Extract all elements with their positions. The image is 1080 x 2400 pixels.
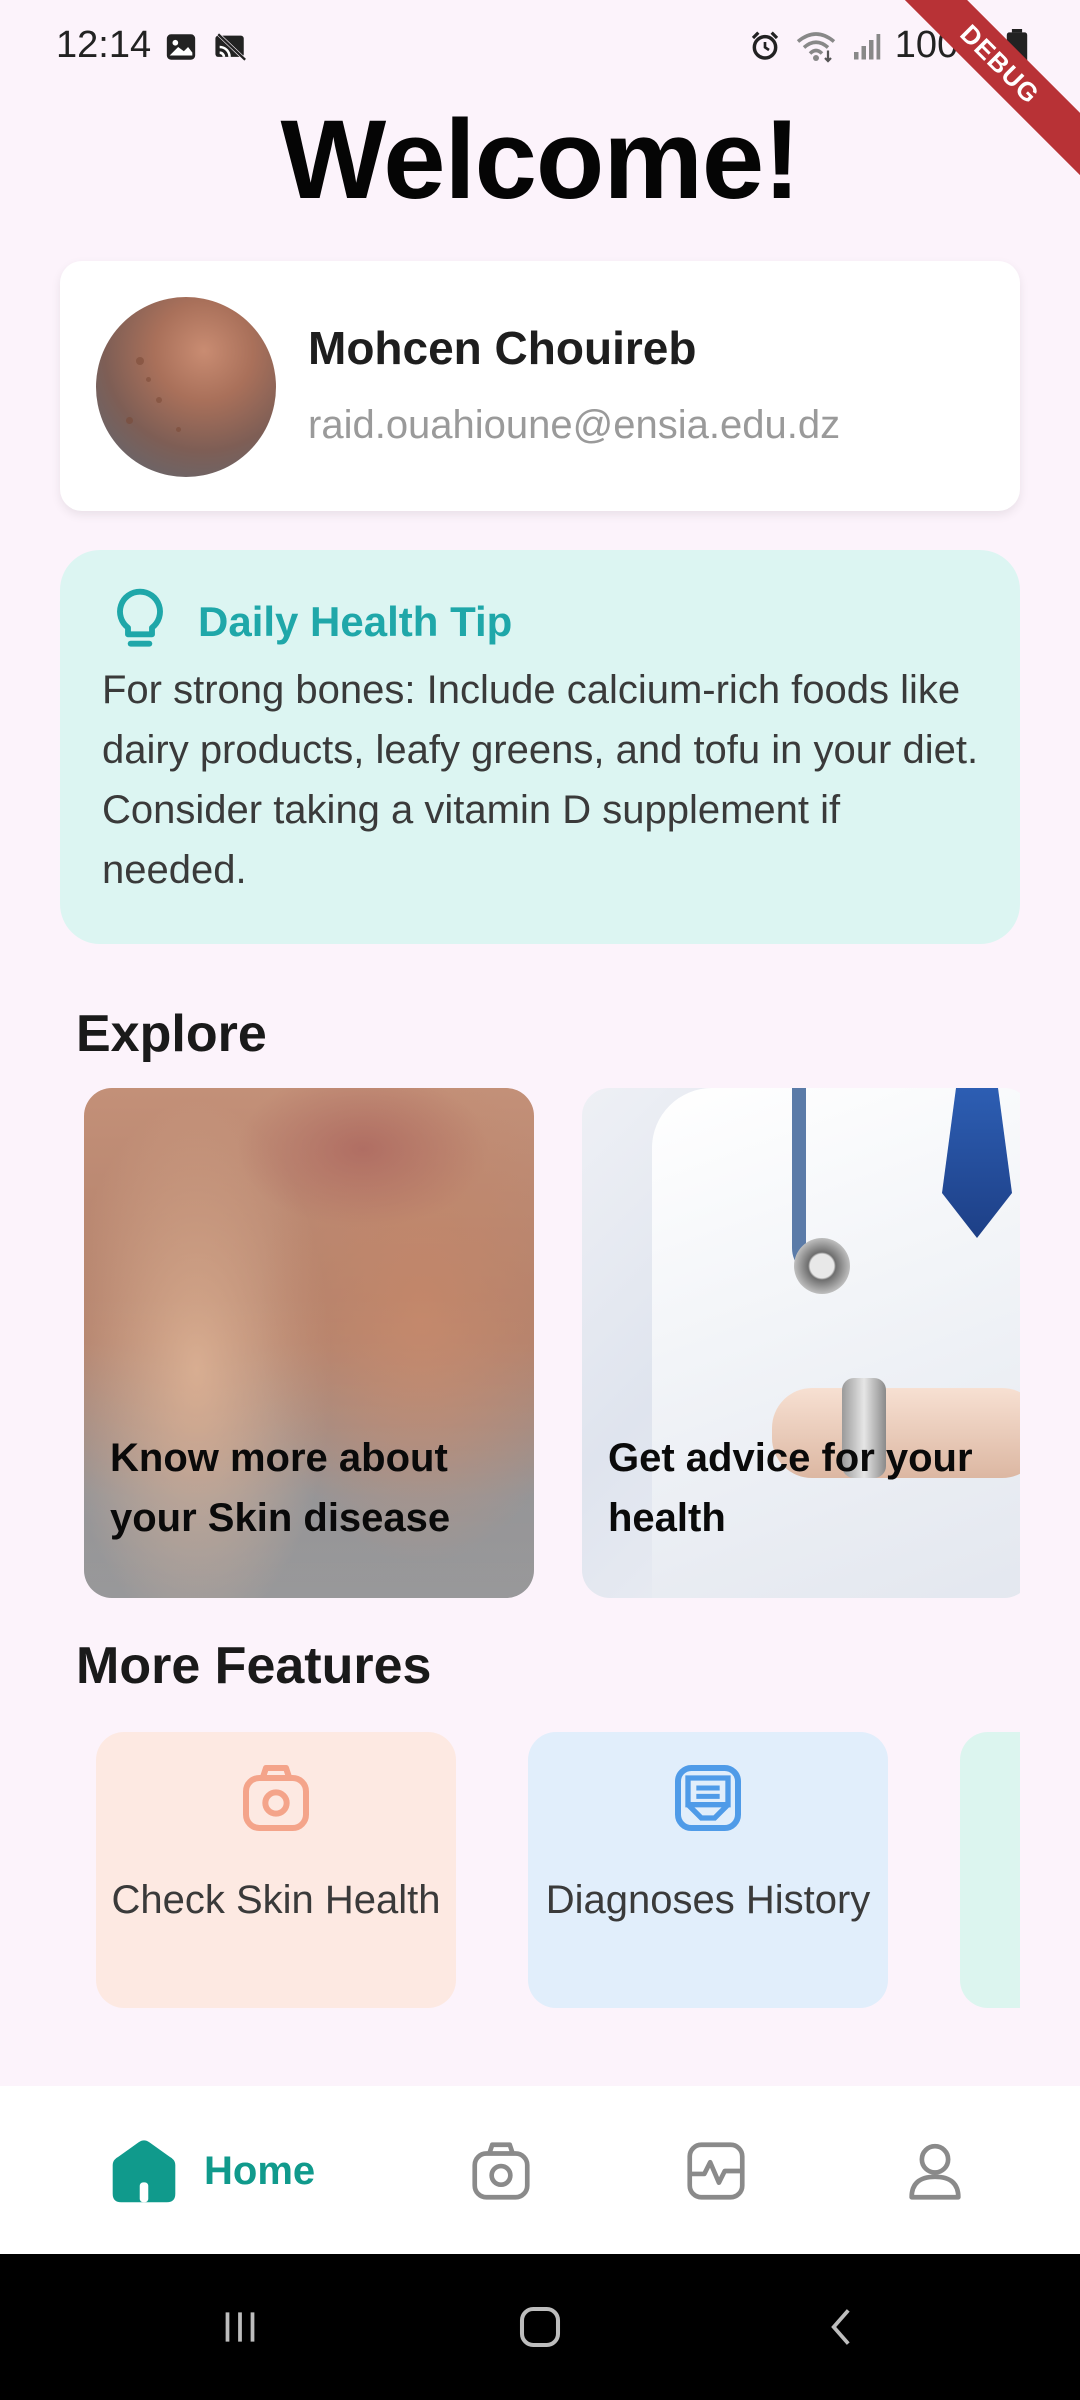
profile-name: Mohcen Chouireb — [308, 322, 697, 374]
tip-title: Daily Health Tip — [198, 598, 513, 645]
recents-button[interactable] — [200, 2254, 280, 2400]
features-carousel[interactable]: Check Skin Health Diagnoses History — [60, 1732, 1020, 2010]
profile-card[interactable]: Mohcen Chouireb raid.ouahioune@ensia.edu… — [60, 261, 1020, 511]
status-time: 12:14 — [56, 24, 152, 66]
nav-home-label: Home — [204, 2148, 316, 2193]
avatar — [96, 297, 276, 477]
recents-icon — [225, 2312, 255, 2342]
home-circle-icon — [519, 2306, 561, 2348]
explore-card-health-advice[interactable]: Get advice for your health — [582, 1088, 1020, 1598]
profile-icon[interactable] — [900, 2136, 970, 2206]
explore-card-skin-disease[interactable]: Know more about your Skin disease — [84, 1088, 534, 1598]
wifi-icon — [796, 31, 835, 63]
feature-label: Diagnoses History — [545, 1878, 871, 1922]
diagnoses-history-button[interactable]: Diagnoses History — [528, 1732, 888, 2008]
signal-icon — [853, 33, 881, 59]
bottom-navigation: Home — [0, 2086, 1080, 2254]
explore-carousel[interactable]: Know more about your Skin disease Get ad… — [60, 1088, 1020, 1600]
back-icon — [831, 2309, 850, 2345]
home-icon — [112, 2140, 176, 2203]
page-title: Welcome! — [280, 97, 801, 222]
tip-body: For strong bones: Include calcium-rich f… — [102, 668, 979, 892]
daily-health-tip-card: Daily Health Tip For strong bones: Inclu… — [60, 550, 1020, 944]
history-icon — [675, 1765, 741, 1831]
lightbulb-icon — [117, 588, 163, 647]
nav-home[interactable]: Home — [106, 2134, 315, 2208]
image-icon — [166, 34, 196, 60]
alarm-icon — [751, 31, 778, 60]
home-system-button[interactable] — [500, 2254, 580, 2400]
feature-card-partial[interactable] — [960, 1732, 1020, 2008]
explore-card-label: Know more about your Skin disease — [110, 1436, 451, 1540]
home-screen: 12:14 100% DEBUG Welcome! Mohcen Chouire… — [0, 0, 1080, 2400]
cast-off-icon — [215, 31, 248, 63]
status-bar: 12:14 100% DEBUG — [0, 0, 1080, 186]
camera-icon[interactable] — [466, 2136, 536, 2206]
explore-heading: Explore — [76, 1005, 267, 1063]
profile-email: raid.ouahioune@ensia.edu.dz — [308, 403, 841, 447]
explore-card-label: Get advice for your health — [608, 1436, 973, 1540]
system-navigation-bar — [0, 2254, 1080, 2400]
camera-icon — [243, 1765, 309, 1831]
health-activity-icon[interactable] — [681, 2136, 751, 2206]
feature-label: Check Skin Health — [111, 1878, 441, 1922]
back-button[interactable] — [802, 2254, 882, 2400]
more-features-heading: More Features — [76, 1637, 432, 1695]
check-skin-health-button[interactable]: Check Skin Health — [96, 1732, 456, 2008]
